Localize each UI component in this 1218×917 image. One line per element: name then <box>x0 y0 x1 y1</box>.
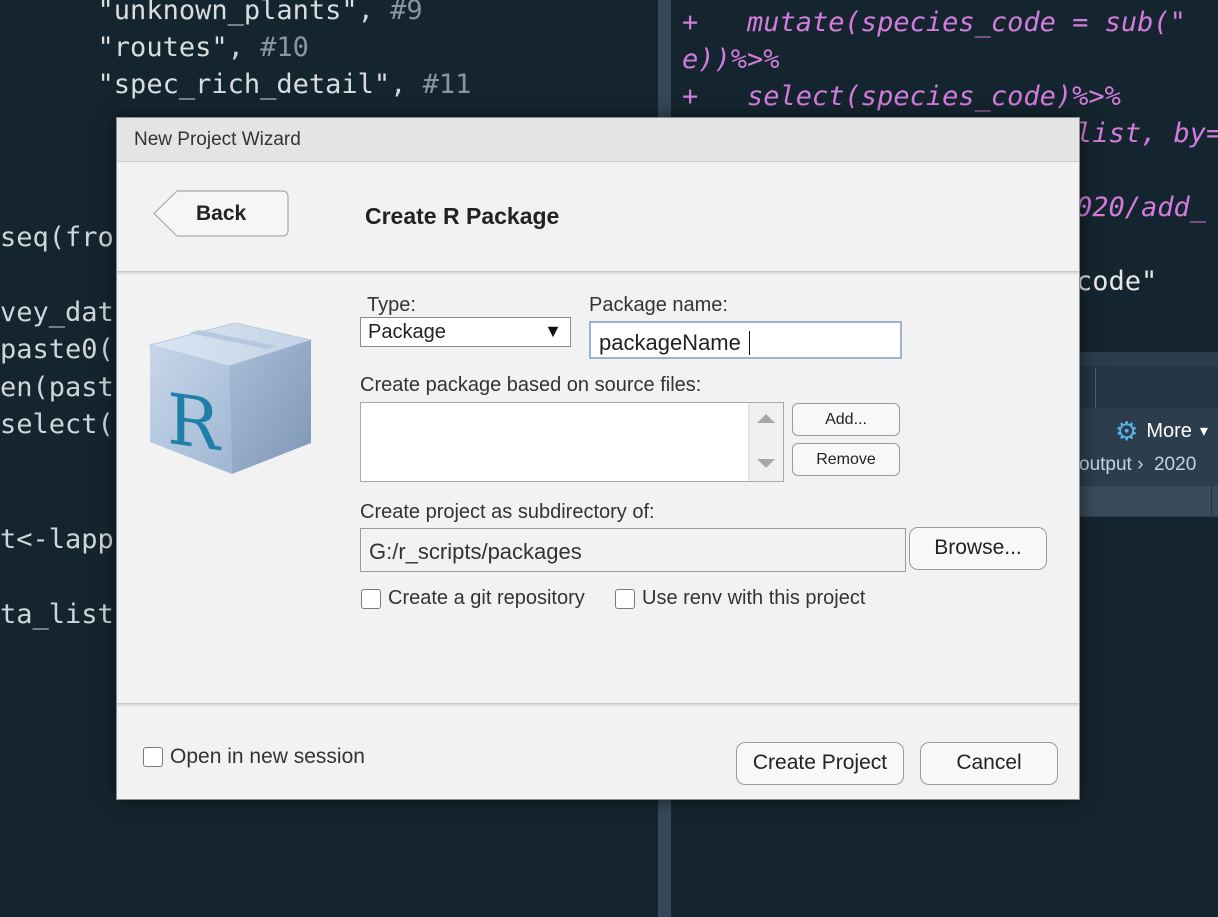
code-line: "routes", #10 <box>97 32 309 63</box>
source-files-label: Create package based on source files: <box>360 374 702 396</box>
git-checkbox[interactable] <box>361 589 381 609</box>
chevron-down-icon: ▾ <box>1199 423 1208 440</box>
divider <box>117 703 1079 706</box>
new-project-wizard-dialog: New Project Wizard Back Create R Package <box>116 117 1080 800</box>
code-line: seq(fro <box>0 222 114 253</box>
package-name-value: packageName <box>599 330 741 355</box>
back-button[interactable]: Back <box>153 190 289 237</box>
divider <box>117 271 1079 274</box>
browse-button[interactable]: Browse... <box>909 527 1047 570</box>
type-label: Type: <box>367 294 416 316</box>
package-name-input[interactable]: packageName <box>589 321 902 359</box>
cancel-button[interactable]: Cancel <box>920 742 1058 785</box>
r-package-logo-icon: R <box>148 322 312 474</box>
column-separator <box>1211 486 1212 516</box>
type-select[interactable]: Package ▼ <box>360 317 571 347</box>
scroll-up-icon[interactable] <box>757 414 775 423</box>
back-label: Back <box>196 202 247 225</box>
dropdown-arrow-icon: ▼ <box>544 321 562 341</box>
svg-text:R: R <box>167 378 222 467</box>
console-line: list, by= <box>1076 118 1218 149</box>
type-select-value: Package <box>368 321 446 343</box>
tab-separator <box>1095 368 1096 408</box>
renv-checkbox-label[interactable]: Use renv with this project <box>642 587 865 610</box>
code-line: "spec_rich_detail", #11 <box>97 69 472 100</box>
new-session-label[interactable]: Open in new session <box>170 745 365 769</box>
subdirectory-input[interactable]: G:/r_scripts/packages <box>360 528 906 572</box>
code-line: select( <box>0 409 114 440</box>
breadcrumb[interactable]: output › 2020 <box>1079 454 1196 476</box>
gear-icon: ⚙ <box>1115 416 1139 446</box>
code-line: en(past <box>0 372 114 403</box>
source-files-list[interactable] <box>360 402 784 482</box>
code-line: vey_dat <box>0 297 114 328</box>
add-button[interactable]: Add... <box>792 403 900 436</box>
code-line: paste0( <box>0 334 114 365</box>
console-line: code" <box>1076 266 1158 297</box>
text-caret <box>749 331 750 355</box>
code-line: "unknown_plants", #9 <box>97 0 423 26</box>
console-line: + select(species_code)%>% <box>682 81 1121 112</box>
dialog-title: New Project Wizard <box>134 129 301 150</box>
console-line: + mutate(species_code = sub(" <box>682 7 1186 38</box>
subdirectory-value: G:/r_scripts/packages <box>369 539 582 564</box>
dialog-titlebar[interactable]: New Project Wizard <box>117 118 1079 162</box>
create-project-button[interactable]: Create Project <box>736 742 904 785</box>
remove-button[interactable]: Remove <box>792 443 900 476</box>
scrollbar[interactable] <box>748 403 783 481</box>
package-name-label: Package name: <box>589 294 728 316</box>
more-button[interactable]: ⚙ More ▾ <box>1115 416 1208 446</box>
git-checkbox-label[interactable]: Create a git repository <box>388 587 585 610</box>
new-session-checkbox[interactable] <box>143 747 163 767</box>
code-line: t<-lapp <box>0 524 114 555</box>
code-line: ta_list <box>0 599 114 630</box>
page-title: Create R Package <box>365 203 560 229</box>
scroll-down-icon[interactable] <box>757 459 775 468</box>
subdirectory-label: Create project as subdirectory of: <box>360 501 655 523</box>
renv-checkbox[interactable] <box>615 589 635 609</box>
more-label: More <box>1146 419 1192 442</box>
console-line: e))%>% <box>682 44 780 75</box>
console-line: 020/add_ <box>1076 192 1207 223</box>
